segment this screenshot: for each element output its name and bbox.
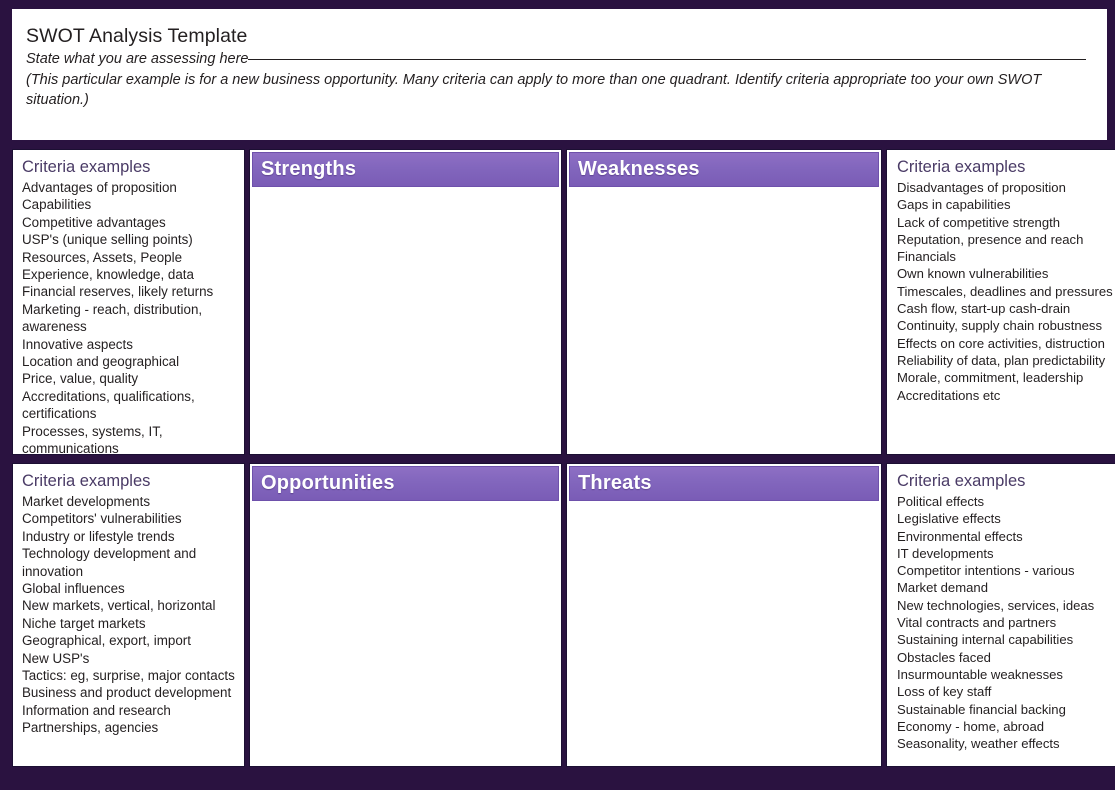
list-item: Competitor intentions - various — [897, 563, 1075, 579]
criteria-panel-threats: Criteria examples Political effects Legi… — [886, 463, 1115, 767]
quadrant-body-opportunities[interactable] — [250, 501, 561, 766]
list-item: New markets, vertical, horizontal — [22, 598, 216, 614]
list-item: Innovative aspects — [22, 336, 133, 352]
assessment-subject-blank-rule[interactable] — [248, 59, 1087, 60]
quadrant-header-strengths: Strengths — [252, 152, 559, 187]
list-item: Competitors' vulnerabilities — [22, 511, 182, 527]
list-item: Sustaining internal capabilities — [897, 632, 1074, 648]
list-item: Seasonality, weather effects — [897, 736, 1060, 752]
list-item: Advantages of proposition — [22, 180, 177, 195]
list-item: Reliability of data, plan predictability — [897, 352, 1106, 368]
list-item: Economy - home, abroad — [897, 718, 1045, 734]
assessment-subject-label: State what you are assessing here — [26, 51, 249, 67]
list-item: Business and product development — [22, 685, 232, 701]
quadrant-opportunities[interactable]: Opportunities — [249, 463, 562, 767]
quadrant-label-threats: Threats — [578, 472, 652, 494]
quadrant-header-opportunities: Opportunities — [252, 466, 559, 501]
list-item: Cash flow, start-up cash-drain — [897, 301, 1071, 317]
list-item: Tactics: eg, surprise, major contacts — [22, 668, 235, 684]
list-item: Industry or lifestyle trends — [22, 528, 175, 544]
list-item: Obstacles faced — [897, 649, 991, 665]
list-item: Reputation, presence and reach — [897, 231, 1084, 247]
list-item: Legislative effects — [897, 511, 1001, 527]
list-item: Continuity, supply chain robustness — [897, 318, 1103, 334]
list-item: Technology development and innovation — [22, 546, 197, 579]
list-item: Information and research — [22, 702, 171, 718]
quadrant-label-strengths: Strengths — [261, 158, 357, 180]
list-item: Processes, systems, IT, communications — [22, 423, 163, 455]
list-item: Marketing - reach, distribution, awarene… — [22, 301, 203, 335]
list-item: Accreditations etc — [897, 387, 1001, 403]
list-item: Price, value, quality — [22, 371, 139, 387]
quadrant-header-weaknesses: Weaknesses — [569, 152, 879, 187]
list-item: Financial reserves, likely returns — [22, 284, 214, 300]
list-item: Capabilities — [22, 197, 92, 213]
list-item: New USP's — [22, 650, 90, 666]
quadrant-body-weaknesses[interactable] — [567, 187, 881, 454]
list-item: Niche target markets — [22, 615, 146, 631]
criteria-panel-weaknesses: Criteria examples Disadvantages of propo… — [886, 149, 1115, 455]
list-item: Market demand — [897, 580, 988, 596]
quadrant-body-threats[interactable] — [567, 501, 881, 766]
list-item: Global influences — [22, 581, 125, 597]
criteria-panel-opportunities: Criteria examples Market developments Co… — [12, 463, 245, 767]
quadrant-body-strengths[interactable] — [250, 187, 561, 454]
list-item: Vital contracts and partners — [897, 615, 1057, 631]
list-item: Effects on core activities, distruction — [897, 335, 1105, 351]
criteria-title-threats: Criteria examples — [897, 472, 1026, 490]
criteria-list-threats: Political effects Legislative effects En… — [897, 493, 1115, 752]
list-item: Market developments — [22, 494, 151, 509]
list-item: Accreditations, qualifications, certific… — [22, 388, 195, 422]
assessment-subject-line: State what you are assessing here — [26, 49, 1091, 69]
criteria-title-weaknesses: Criteria examples — [897, 158, 1026, 176]
template-note: (This particular example is for a new bu… — [26, 72, 1042, 108]
list-item: Partnerships, agencies — [22, 720, 159, 736]
list-item: Competitive advantages — [22, 214, 166, 230]
page-title: SWOT Analysis Template — [26, 25, 248, 47]
list-item: Lack of competitive strength — [897, 214, 1061, 230]
quadrant-weaknesses[interactable]: Weaknesses — [566, 149, 882, 455]
quadrant-threats[interactable]: Threats — [566, 463, 882, 767]
quadrant-header-threats: Threats — [569, 466, 879, 501]
swot-template-page: SWOT Analysis Template State what you ar… — [0, 0, 1115, 790]
criteria-panel-strengths: Criteria examples Advantages of proposit… — [12, 149, 245, 455]
list-item: Sustainable financial backing — [897, 701, 1066, 717]
criteria-title-strengths: Criteria examples — [22, 158, 151, 176]
list-item: IT developments — [897, 545, 994, 561]
quadrant-strengths[interactable]: Strengths — [249, 149, 562, 455]
list-item: Own known vulnerabilities — [897, 266, 1049, 282]
list-item: Timescales, deadlines and pressures — [897, 283, 1113, 299]
list-item: Resources, Assets, People — [22, 249, 183, 265]
list-item: Insurmountable weaknesses — [897, 666, 1063, 682]
list-item: New technologies, services, ideas — [897, 597, 1095, 613]
quadrant-label-weaknesses: Weaknesses — [578, 158, 700, 180]
list-item: Morale, commitment, leadership — [897, 370, 1084, 386]
swot-row-top: Criteria examples Advantages of proposit… — [12, 149, 1115, 455]
list-item: Loss of key staff — [897, 684, 992, 700]
list-item: Geographical, export, import — [22, 633, 191, 649]
list-item: Environmental effects — [897, 528, 1023, 544]
list-item: Political effects — [897, 494, 985, 509]
list-item: USP's (unique selling points) — [22, 232, 193, 248]
list-item: Financials — [897, 249, 956, 265]
swot-row-bottom: Criteria examples Market developments Co… — [12, 463, 1115, 767]
quadrant-label-opportunities: Opportunities — [261, 472, 395, 494]
criteria-list-opportunities: Market developments Competitors' vulnera… — [22, 493, 241, 737]
criteria-list-weaknesses: Disadvantages of proposition Gaps in cap… — [897, 179, 1115, 404]
list-item: Location and geographical — [22, 354, 180, 370]
list-item: Gaps in capabilities — [897, 197, 1011, 213]
list-item: Disadvantages of proposition — [897, 180, 1066, 195]
list-item: Experience, knowledge, data — [22, 267, 194, 283]
criteria-title-opportunities: Criteria examples — [22, 472, 151, 490]
header-panel: SWOT Analysis Template State what you ar… — [12, 9, 1107, 140]
criteria-list-strengths: Advantages of proposition Capabilities C… — [22, 179, 241, 455]
swot-grid: Criteria examples Advantages of proposit… — [12, 149, 1115, 767]
